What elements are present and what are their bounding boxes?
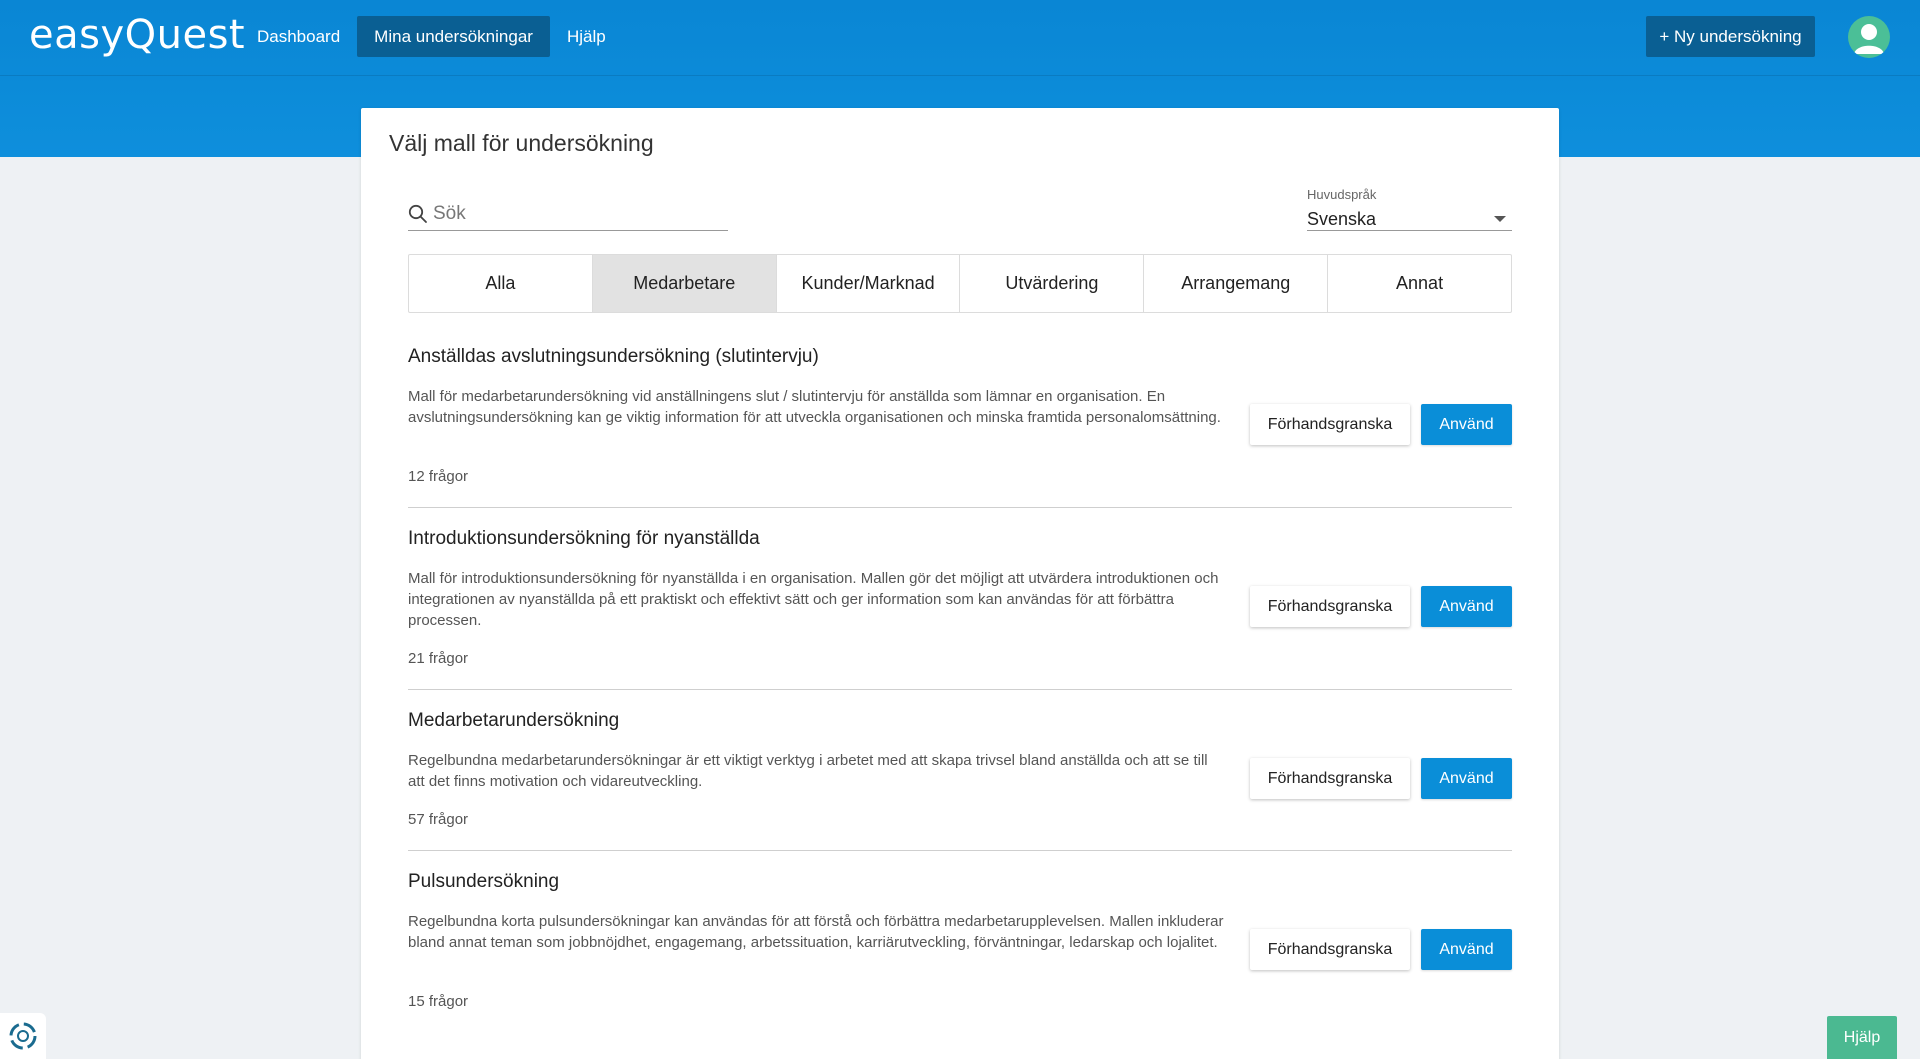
template-question-count: 15 frågor xyxy=(408,993,469,1010)
template-actions: Förhandsgranska Använd xyxy=(1250,404,1512,445)
user-avatar-icon[interactable] xyxy=(1848,16,1890,58)
dialog-title: Välj mall för undersökning xyxy=(389,130,654,156)
template-item: Introduktionsundersökning för nyanställd… xyxy=(408,528,1512,708)
use-button[interactable]: Använd xyxy=(1421,404,1512,445)
caret-down-icon xyxy=(1494,216,1506,222)
template-question-count: 12 frågor xyxy=(408,468,469,485)
divider xyxy=(408,507,1512,508)
use-button[interactable]: Använd xyxy=(1421,758,1512,799)
nav-item-mina-undersokningar[interactable]: Mina undersökningar xyxy=(357,16,550,57)
language-label: Huvudspråk xyxy=(1307,187,1377,202)
preview-button[interactable]: Förhandsgranska xyxy=(1250,404,1410,445)
template-description: Mall för introduktionsundersökning för n… xyxy=(408,570,1219,629)
top-navigation-bar: easyQuest Dashboard Mina undersökningar … xyxy=(0,0,1920,76)
tab-utvardering[interactable]: Utvärdering xyxy=(960,255,1145,312)
search-field[interactable] xyxy=(408,198,728,231)
tab-alla[interactable]: Alla xyxy=(409,255,593,312)
app-logo[interactable]: easyQuest xyxy=(29,12,245,58)
template-title: Medarbetarundersökning xyxy=(408,710,620,731)
language-value: Svenska xyxy=(1307,209,1377,229)
use-button[interactable]: Använd xyxy=(1421,929,1512,970)
template-title: Pulsundersökning xyxy=(408,871,560,892)
template-title: Introduktionsundersökning för nyanställd… xyxy=(408,528,760,549)
nav-item-dashboard[interactable]: Dashboard xyxy=(240,16,357,57)
help-button[interactable]: Hjälp xyxy=(1827,1016,1897,1059)
template-dialog: Välj mall för undersökning Huvudspråk Sv… xyxy=(361,108,1559,1059)
tab-medarbetare[interactable]: Medarbetare xyxy=(592,255,777,312)
search-icon xyxy=(408,204,427,223)
divider xyxy=(408,850,1512,851)
nav-item-hjalp[interactable]: Hjälp xyxy=(550,16,623,57)
category-tabs: Alla Medarbetare Kunder/Marknad Utvärder… xyxy=(408,254,1512,313)
tab-kunder-marknad[interactable]: Kunder/Marknad xyxy=(777,255,961,312)
search-input[interactable] xyxy=(433,203,713,225)
new-survey-button[interactable]: + Ny undersökning xyxy=(1646,16,1815,57)
template-actions: Förhandsgranska Använd xyxy=(1250,929,1512,970)
template-question-count: 57 frågor xyxy=(408,811,469,828)
template-actions: Förhandsgranska Använd xyxy=(1250,758,1512,799)
main-nav: Dashboard Mina undersökningar Hjälp xyxy=(240,16,623,57)
language-select[interactable]: Huvudspråk Svenska xyxy=(1307,178,1512,231)
divider xyxy=(408,689,1512,690)
preview-button[interactable]: Förhandsgranska xyxy=(1250,586,1410,627)
preview-button[interactable]: Förhandsgranska xyxy=(1250,929,1410,970)
tab-annat[interactable]: Annat xyxy=(1328,255,1511,312)
template-actions: Förhandsgranska Använd xyxy=(1250,586,1512,627)
template-description: Mall för medarbetarundersökning vid anst… xyxy=(408,388,1221,426)
template-description: Regelbundna medarbetarundersökningar är … xyxy=(408,752,1208,790)
preview-button[interactable]: Förhandsgranska xyxy=(1250,758,1410,799)
template-description: Regelbundna korta pulsundersökningar kan… xyxy=(408,913,1224,951)
tab-arrangemang[interactable]: Arrangemang xyxy=(1144,255,1329,312)
template-title: Anställdas avslutningsundersökning (slut… xyxy=(408,346,819,367)
use-button[interactable]: Använd xyxy=(1421,586,1512,627)
template-question-count: 21 frågor xyxy=(408,650,469,667)
template-item: Medarbetarundersökning Regelbundna medar… xyxy=(408,710,1512,850)
support-widget-icon[interactable] xyxy=(0,1013,46,1059)
template-item: Anställdas avslutningsundersökning (slut… xyxy=(408,346,1512,526)
template-item: Pulsundersökning Regelbundna korta pulsu… xyxy=(408,871,1512,1051)
